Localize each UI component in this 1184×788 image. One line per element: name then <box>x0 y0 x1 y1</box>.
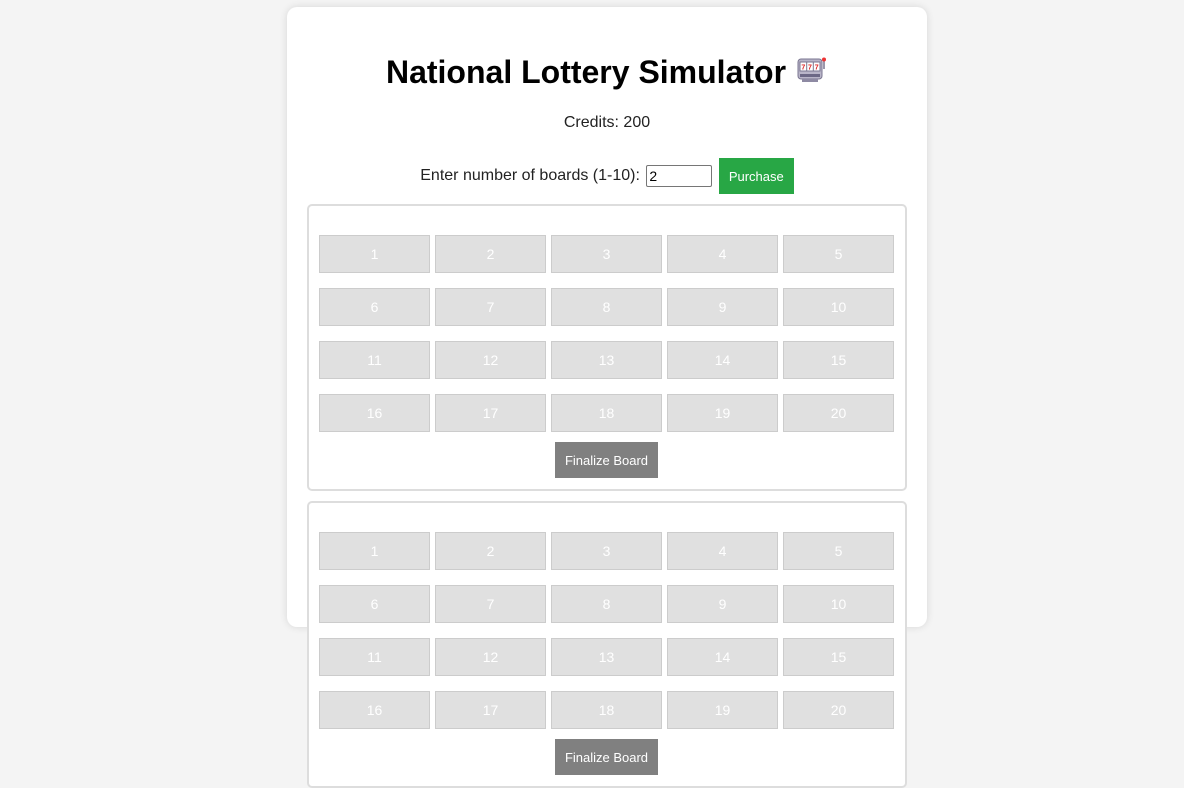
number-button[interactable]: 14 <box>667 341 778 379</box>
number-button[interactable]: 6 <box>319 585 430 623</box>
page-title: National Lottery Simulator 7 7 7 <box>287 54 927 93</box>
number-button[interactable]: 6 <box>319 288 430 326</box>
number-button[interactable]: 7 <box>435 585 546 623</box>
number-button[interactable]: 10 <box>783 288 894 326</box>
number-button[interactable]: 5 <box>783 235 894 273</box>
number-button[interactable]: 9 <box>667 288 778 326</box>
number-button[interactable]: 8 <box>551 288 662 326</box>
number-button[interactable]: 14 <box>667 638 778 676</box>
number-button[interactable]: 12 <box>435 341 546 379</box>
number-button[interactable]: 5 <box>783 532 894 570</box>
number-button[interactable]: 2 <box>435 235 546 273</box>
purchase-form: Enter number of boards (1-10): Purchase <box>287 158 927 194</box>
number-button[interactable]: 17 <box>435 394 546 432</box>
number-button[interactable]: 2 <box>435 532 546 570</box>
number-button[interactable]: 1 <box>319 532 430 570</box>
number-button[interactable]: 20 <box>783 394 894 432</box>
number-button[interactable]: 3 <box>551 532 662 570</box>
credits-display: Credits: 200 <box>563 114 651 131</box>
purchase-button[interactable]: Purchase <box>718 158 794 194</box>
number-button[interactable]: 3 <box>551 235 662 273</box>
number-button[interactable]: 12 <box>435 638 546 676</box>
lottery-board: 1 2 3 4 5 6 7 8 9 10 11 12 13 14 15 16 1… <box>307 501 907 788</box>
boards-count-label: Enter number of boards (1-10): <box>420 167 640 184</box>
number-button[interactable]: 10 <box>783 585 894 623</box>
number-button[interactable]: 8 <box>551 585 662 623</box>
number-button[interactable]: 18 <box>551 691 662 729</box>
number-grid: 1 2 3 4 5 6 7 8 9 10 11 12 13 14 15 16 1… <box>319 532 895 729</box>
number-button[interactable]: 20 <box>783 691 894 729</box>
number-button[interactable]: 17 <box>435 691 546 729</box>
number-button[interactable]: 16 <box>319 394 430 432</box>
number-button[interactable]: 7 <box>435 288 546 326</box>
finalize-board-button[interactable]: Finalize Board <box>555 739 658 775</box>
number-button[interactable]: 16 <box>319 691 430 729</box>
number-button[interactable]: 15 <box>783 638 894 676</box>
simulator-card: National Lottery Simulator 7 7 7 Credits… <box>287 7 927 788</box>
number-button[interactable]: 11 <box>319 341 430 379</box>
svg-text:7: 7 <box>808 64 812 71</box>
number-button[interactable]: 9 <box>667 585 778 623</box>
finalize-board-button[interactable]: Finalize Board <box>555 442 658 478</box>
number-button[interactable]: 1 <box>319 235 430 273</box>
number-button[interactable]: 4 <box>667 532 778 570</box>
number-button[interactable]: 19 <box>667 691 778 729</box>
svg-text:7: 7 <box>815 64 819 71</box>
boards-count-input[interactable] <box>646 165 713 187</box>
number-button[interactable]: 13 <box>551 638 662 676</box>
number-grid: 1 2 3 4 5 6 7 8 9 10 11 12 13 14 15 16 1… <box>319 235 895 432</box>
number-button[interactable]: 18 <box>551 394 662 432</box>
svg-text:7: 7 <box>801 64 805 71</box>
number-button[interactable]: 15 <box>783 341 894 379</box>
page-title-text: National Lottery Simulator <box>385 54 787 90</box>
number-button[interactable]: 13 <box>551 341 662 379</box>
number-button[interactable]: 4 <box>667 235 778 273</box>
slot-machine-icon: 7 7 7 <box>796 54 828 90</box>
number-button[interactable]: 19 <box>667 394 778 432</box>
lottery-board: 1 2 3 4 5 6 7 8 9 10 11 12 13 14 15 16 1… <box>307 204 907 491</box>
number-button[interactable]: 11 <box>319 638 430 676</box>
